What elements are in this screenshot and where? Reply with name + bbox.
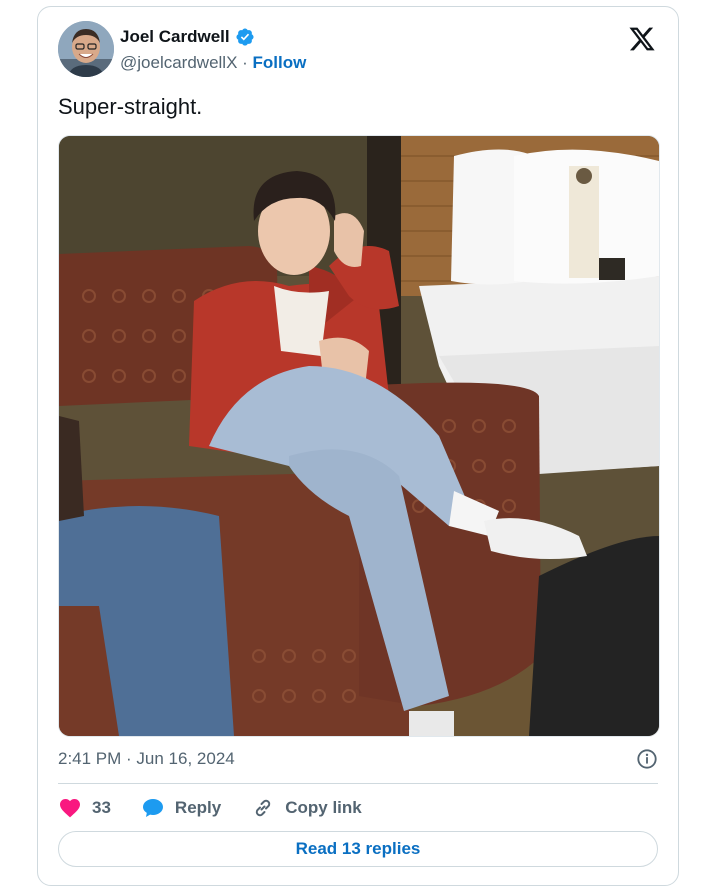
handle-separator: · [237, 53, 253, 72]
tweet-actions: 33 Reply Copy link [58, 793, 392, 823]
verified-badge-icon [236, 28, 254, 46]
like-button[interactable]: 33 [58, 796, 111, 820]
x-logo-icon[interactable] [628, 25, 656, 53]
reply-label: Reply [174, 798, 222, 817]
tweet-text: Super-straight. [58, 94, 203, 119]
heart-icon [60, 799, 80, 818]
info-icon[interactable] [636, 748, 658, 770]
tweet-card: Joel Cardwell @joelcardwellX · Follow Su… [37, 6, 679, 886]
copy-link-label: Copy link [285, 798, 362, 817]
handle-row: @joelcardwellX · Follow [120, 51, 306, 75]
read-replies-button[interactable]: Read 13 replies [58, 831, 658, 867]
avatar[interactable] [58, 21, 114, 77]
author-names: Joel Cardwell @joelcardwellX · Follow [120, 25, 306, 75]
display-name[interactable]: Joel Cardwell [120, 27, 230, 47]
display-name-row: Joel Cardwell [120, 25, 306, 49]
reply-bubble-icon [142, 799, 163, 817]
follow-button[interactable]: Follow [253, 53, 307, 72]
tweet-header: Joel Cardwell @joelcardwellX · Follow [58, 21, 658, 81]
like-count: 33 [92, 798, 111, 817]
copy-link-button[interactable]: Copy link [251, 796, 362, 820]
tweet-timestamp[interactable]: 2:41 PM · Jun 16, 2024 [58, 747, 235, 771]
handle[interactable]: @joelcardwellX [120, 53, 237, 72]
divider [58, 783, 658, 784]
link-icon [256, 799, 271, 817]
tweet-photo[interactable] [58, 135, 660, 737]
reply-button[interactable]: Reply [141, 796, 221, 820]
